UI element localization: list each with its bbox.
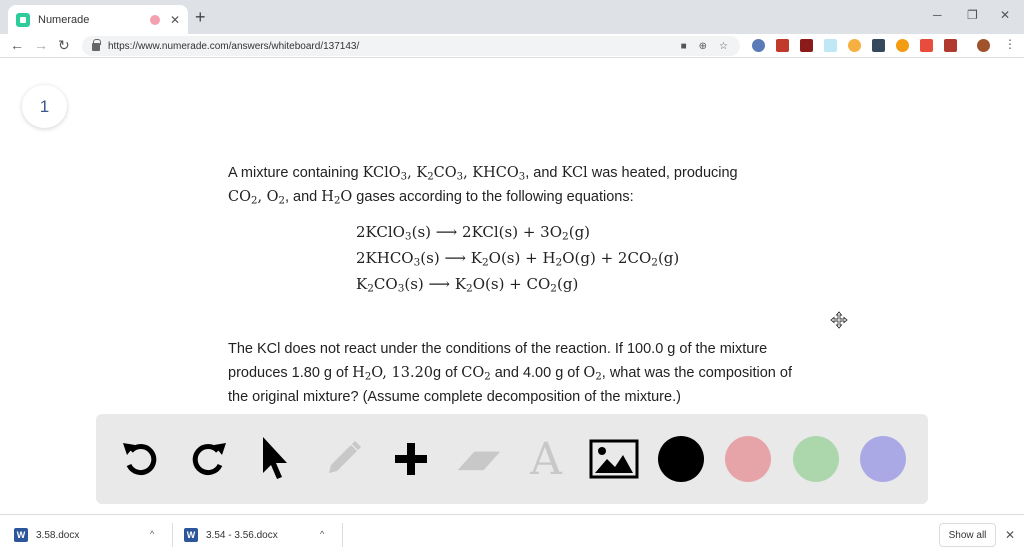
pointer-icon: [263, 437, 287, 479]
new-tab-button[interactable]: +: [195, 7, 206, 28]
add-shape-button[interactable]: [386, 434, 436, 484]
reaction-equations: 2KClO3(s) ⟶ 2KCl(s) + 3O2(g) 2KHCO3(s) ⟶…: [356, 219, 679, 297]
extension-icon-1[interactable]: [752, 39, 765, 52]
divider: [342, 523, 343, 547]
text-icon: A: [530, 433, 562, 485]
question-paragraph-1: A mixture containing KClO3, K2CO3, KHCO3…: [228, 165, 738, 207]
back-button[interactable]: ←: [10, 37, 24, 53]
tab-close-icon[interactable]: ✕: [170, 13, 180, 27]
url-text[interactable]: https://www.numerade.com/answers/whitebo…: [108, 41, 681, 52]
menu-icon[interactable]: ⋮: [1004, 37, 1016, 51]
minimize-button[interactable]: ─: [933, 8, 942, 22]
plus-icon: [395, 443, 427, 475]
downloads-bar: W 3.58.docx ^ W 3.54 - 3.56.docx ^ Show …: [0, 514, 1024, 552]
tab-strip: Numerade ✕ + ─ ❐ ✕: [0, 0, 1024, 34]
question-paragraph-2: The KCl does not react under the conditi…: [228, 341, 792, 405]
color-swatch-black[interactable]: [658, 436, 704, 482]
move-cursor-icon: [830, 311, 848, 329]
download-menu-chevron-icon[interactable]: ^: [320, 529, 324, 539]
close-downloads-bar-icon[interactable]: ✕: [1005, 528, 1015, 542]
zoom-icon[interactable]: ⊕: [699, 41, 707, 52]
extension-icon-4[interactable]: [824, 39, 837, 52]
tab-title: Numerade: [38, 13, 90, 26]
redo-button[interactable]: [183, 434, 233, 484]
page-number-badge[interactable]: 1: [22, 85, 67, 128]
image-tool-button[interactable]: [589, 434, 639, 484]
word-doc-icon: W: [184, 528, 198, 542]
show-all-downloads-button[interactable]: Show all: [939, 523, 996, 547]
color-swatch-pink[interactable]: [725, 436, 771, 482]
divider: [172, 523, 173, 547]
whiteboard-toolbar: A: [96, 414, 928, 504]
address-bar[interactable]: https://www.numerade.com/answers/whitebo…: [82, 36, 740, 56]
download-menu-chevron-icon[interactable]: ^: [150, 529, 154, 539]
extension-icon-9[interactable]: [944, 39, 957, 52]
download-filename: 3.58.docx: [36, 529, 80, 541]
image-icon: [589, 439, 639, 479]
redo-icon: [192, 443, 226, 476]
download-item-2[interactable]: W 3.54 - 3.56.docx: [184, 523, 278, 547]
undo-icon: [123, 443, 157, 476]
bookmark-star-icon[interactable]: ☆: [719, 41, 728, 52]
restore-button[interactable]: ❐: [967, 8, 978, 22]
equation-3: K2CO3(s) ⟶ K2O(s) + CO2(g): [356, 275, 579, 295]
color-swatch-green[interactable]: [793, 436, 839, 482]
color-swatch-purple[interactable]: [860, 436, 906, 482]
extension-icon-7[interactable]: [896, 39, 909, 52]
window-close-button[interactable]: ✕: [1000, 8, 1010, 22]
pencil-icon: [329, 441, 361, 473]
numerade-favicon-icon: [16, 12, 30, 27]
download-item-1[interactable]: W 3.58.docx: [14, 523, 79, 547]
recording-indicator-icon: [149, 14, 160, 25]
undo-button[interactable]: [116, 434, 166, 484]
equation-1: 2KClO3(s) ⟶ 2KCl(s) + 3O2(g): [356, 223, 591, 243]
browser-tab[interactable]: Numerade ✕: [8, 5, 188, 34]
extension-icon-8[interactable]: [920, 39, 933, 52]
eraser-icon: [457, 451, 501, 471]
extension-icon-5[interactable]: [848, 39, 861, 52]
browser-toolbar: ← → ↻ https://www.numerade.com/answers/w…: [0, 34, 1024, 58]
extension-icon-2[interactable]: [776, 39, 789, 52]
word-doc-icon: W: [14, 528, 28, 542]
text-tool-button[interactable]: A: [521, 433, 571, 485]
pdf-extension-icon[interactable]: [800, 39, 813, 52]
download-filename: 3.54 - 3.56.docx: [206, 529, 278, 541]
reload-button[interactable]: ↻: [58, 37, 70, 54]
pencil-tool-button[interactable]: [318, 434, 368, 484]
profile-avatar[interactable]: [977, 39, 990, 52]
pointer-tool-button[interactable]: [248, 434, 298, 484]
eraser-tool-button[interactable]: [454, 434, 504, 484]
extension-icon-6[interactable]: [872, 39, 885, 52]
lock-icon: [92, 39, 101, 51]
equation-2: 2KHCO3(s) ⟶ K2O(s) + H2O(g) + 2CO2(g): [356, 249, 680, 269]
camera-icon[interactable]: ■: [681, 41, 687, 52]
forward-button[interactable]: →: [34, 37, 48, 53]
